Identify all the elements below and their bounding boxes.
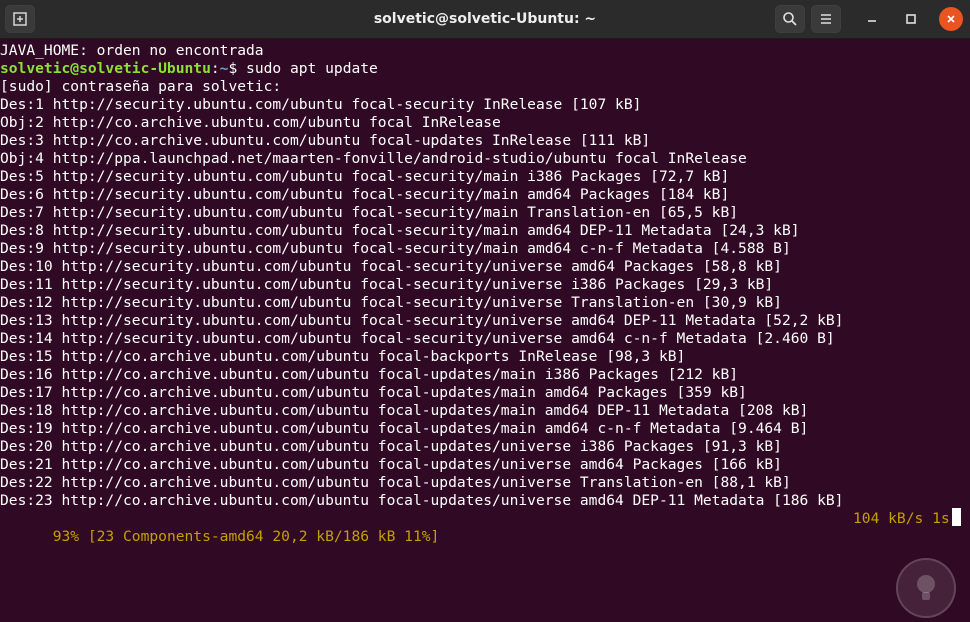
progress-status: 93% [23 Components-amd64 20,2 kB/186 kB … <box>52 528 440 545</box>
terminal-line: Des:1 http://security.ubuntu.com/ubuntu … <box>0 96 642 113</box>
terminal-line: Des:14 http://security.ubuntu.com/ubuntu… <box>0 330 835 347</box>
terminal-line: Des:21 http://co.archive.ubuntu.com/ubun… <box>0 456 782 473</box>
prompt-separator: : <box>210 60 220 77</box>
minimize-button[interactable] <box>862 9 882 29</box>
maximize-icon <box>906 14 916 24</box>
solvetic-watermark <box>896 558 956 618</box>
terminal-line: Des:22 http://co.archive.ubuntu.com/ubun… <box>0 474 791 491</box>
terminal-line: Des:19 http://co.archive.ubuntu.com/ubun… <box>0 420 809 437</box>
maximize-button[interactable] <box>901 9 921 29</box>
terminal-output[interactable]: JAVA_HOME: orden no encontrada solvetic@… <box>0 40 970 622</box>
terminal-line: Des:7 http://security.ubuntu.com/ubuntu … <box>0 204 739 221</box>
prompt-symbol: $ <box>228 60 247 77</box>
terminal-line: Des:17 http://co.archive.ubuntu.com/ubun… <box>0 384 747 401</box>
text-cursor <box>952 508 961 526</box>
terminal-line: Des:15 http://co.archive.ubuntu.com/ubun… <box>0 348 686 365</box>
terminal-line: JAVA_HOME: orden no encontrada <box>0 42 264 59</box>
terminal-window: solvetic@solvetic-Ubuntu: ~ JAVA_HOME: o… <box>0 0 970 622</box>
title-bar: solvetic@solvetic-Ubuntu: ~ <box>0 0 970 39</box>
prompt-command: sudo apt update <box>246 60 378 77</box>
terminal-line: Des:13 http://security.ubuntu.com/ubuntu… <box>0 312 844 329</box>
command-prompt-line: solvetic@solvetic-Ubuntu:~$ sudo apt upd… <box>0 60 378 78</box>
terminal-line: Des:18 http://co.archive.ubuntu.com/ubun… <box>0 402 809 419</box>
close-icon <box>947 15 955 23</box>
prompt-user-host: solvetic@solvetic-Ubuntu <box>0 60 211 77</box>
progress-line: 93% [23 Components-amd64 20,2 kB/186 kB … <box>0 510 970 545</box>
terminal-line: Obj:2 http://co.archive.ubuntu.com/ubunt… <box>0 114 501 131</box>
terminal-line: [sudo] contraseña para solvetic: <box>0 78 282 95</box>
close-button[interactable] <box>939 7 963 31</box>
search-icon <box>783 12 797 26</box>
terminal-line: Des:10 http://security.ubuntu.com/ubuntu… <box>0 258 782 275</box>
terminal-line: Des:20 http://co.archive.ubuntu.com/ubun… <box>0 438 782 455</box>
terminal-line: Des:3 http://co.archive.ubuntu.com/ubunt… <box>0 132 651 149</box>
terminal-line: Des:5 http://security.ubuntu.com/ubuntu … <box>0 168 730 185</box>
terminal-line: Des:6 http://security.ubuntu.com/ubuntu … <box>0 186 730 203</box>
terminal-line: Des:16 http://co.archive.ubuntu.com/ubun… <box>0 366 739 383</box>
terminal-line: Des:11 http://security.ubuntu.com/ubuntu… <box>0 276 774 293</box>
menu-button[interactable] <box>811 5 841 33</box>
terminal-line: Des:12 http://security.ubuntu.com/ubuntu… <box>0 294 782 311</box>
download-speed: 104 kB/s 1s <box>853 510 950 527</box>
terminal-line: Des:9 http://security.ubuntu.com/ubuntu … <box>0 240 791 257</box>
minimize-icon <box>868 20 876 22</box>
terminal-line: Des:23 http://co.archive.ubuntu.com/ubun… <box>0 492 844 509</box>
solvetic-logo-icon <box>917 575 935 600</box>
hamburger-menu-icon <box>821 14 831 24</box>
terminal-line: Obj:4 http://ppa.launchpad.net/maarten-f… <box>0 150 747 167</box>
search-button[interactable] <box>775 5 805 33</box>
terminal-line: Des:8 http://security.ubuntu.com/ubuntu … <box>0 222 800 239</box>
